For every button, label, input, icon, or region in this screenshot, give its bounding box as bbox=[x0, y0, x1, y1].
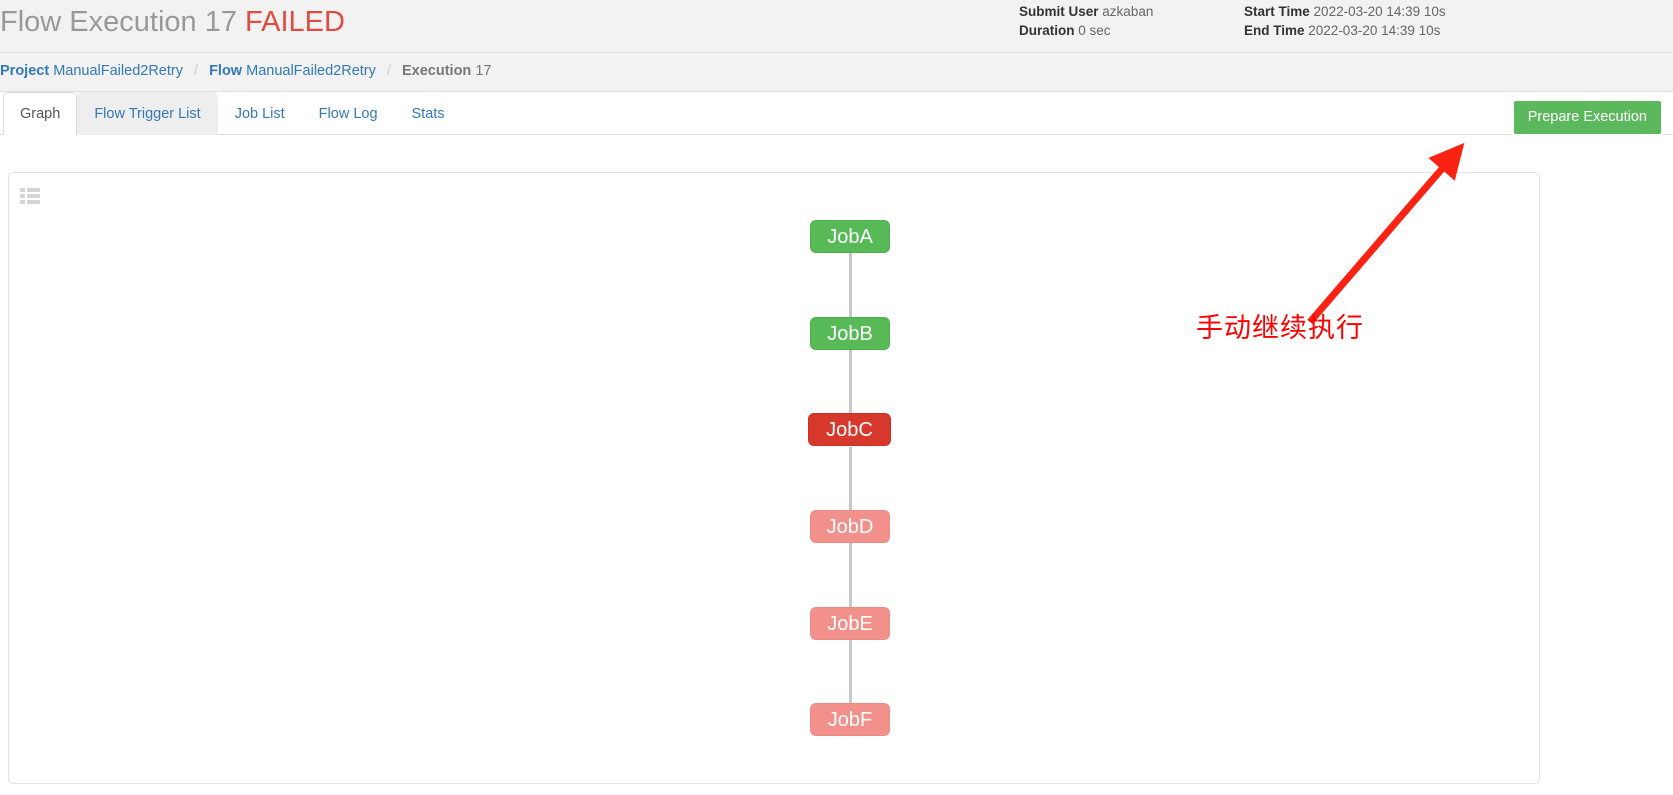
breadcrumb-flow-label: Flow bbox=[209, 63, 243, 79]
job-node-jobf-label: JobF bbox=[827, 709, 873, 731]
breadcrumb-separator-2: / bbox=[386, 63, 391, 79]
page-header: Flow Execution 17 FAILED Submit User azk… bbox=[0, 0, 1673, 53]
job-node-jobc[interactable]: JobC bbox=[808, 413, 891, 446]
job-node-jobe-label: JobE bbox=[827, 613, 873, 635]
end-time-value: 2022-03-20 14:39 10s bbox=[1308, 23, 1441, 38]
job-node-joba[interactable]: JobA bbox=[810, 220, 890, 253]
tab-flow-log[interactable]: Flow Log bbox=[302, 92, 395, 135]
tab-stats-label: Stats bbox=[411, 106, 445, 122]
breadcrumb: Project ManualFailed2Retry / Flow Manual… bbox=[0, 63, 491, 79]
start-time-label: Start Time bbox=[1244, 4, 1310, 19]
duration-row: Duration 0 sec bbox=[1019, 21, 1153, 40]
breadcrumb-bar: Project ManualFailed2Retry / Flow Manual… bbox=[0, 53, 1673, 92]
tab-graph-label: Graph bbox=[20, 106, 61, 122]
end-time-label: End Time bbox=[1244, 23, 1305, 38]
job-node-jobb-label: JobB bbox=[827, 323, 873, 345]
job-node-jobb[interactable]: JobB bbox=[810, 317, 890, 350]
page-title: Flow Execution 17 FAILED bbox=[0, 6, 345, 39]
breadcrumb-item-execution: Execution 17 bbox=[402, 63, 491, 79]
prepare-execution-label: Prepare Execution bbox=[1527, 109, 1647, 125]
time-meta-group: Start Time 2022-03-20 14:39 10s End Time… bbox=[1244, 2, 1446, 40]
edge-jobe-jobf bbox=[849, 640, 852, 707]
duration-value: 0 sec bbox=[1078, 23, 1111, 38]
breadcrumb-item-project[interactable]: Project ManualFailed2Retry bbox=[0, 63, 187, 79]
tab-flow-trigger-list-label: Flow Trigger List bbox=[94, 106, 201, 122]
job-node-jobf[interactable]: JobF bbox=[810, 703, 890, 736]
edge-jobd-jobe bbox=[849, 543, 852, 610]
tab-graph[interactable]: Graph bbox=[3, 92, 78, 136]
tab-job-list[interactable]: Job List bbox=[218, 92, 302, 135]
job-node-jobc-label: JobC bbox=[826, 419, 873, 441]
flow-graph-canvas[interactable]: JobA JobB JobC JobD JobE JobF bbox=[9, 173, 1539, 783]
start-time-row: Start Time 2022-03-20 14:39 10s bbox=[1244, 2, 1446, 21]
breadcrumb-item-flow[interactable]: Flow ManualFailed2Retry bbox=[209, 63, 380, 79]
execution-status-badge: FAILED bbox=[245, 6, 345, 38]
breadcrumb-project-value: ManualFailed2Retry bbox=[53, 63, 183, 79]
tab-flow-trigger-list[interactable]: Flow Trigger List bbox=[77, 92, 218, 135]
job-node-jobd-label: JobD bbox=[826, 516, 874, 538]
submit-user-label: Submit User bbox=[1019, 4, 1099, 19]
breadcrumb-flow-value: ManualFailed2Retry bbox=[246, 63, 376, 79]
edge-jobc-jobd bbox=[849, 447, 852, 513]
tab-bar: Graph Flow Trigger List Job List Flow Lo… bbox=[0, 92, 1673, 137]
job-node-jobe[interactable]: JobE bbox=[810, 607, 890, 640]
breadcrumb-execution-label: Execution bbox=[401, 63, 472, 79]
end-time-row: End Time 2022-03-20 14:39 10s bbox=[1244, 21, 1446, 40]
edge-jobb-jobc bbox=[849, 350, 852, 416]
flow-graph-panel: JobA JobB JobC JobD JobE JobF bbox=[8, 172, 1540, 784]
start-time-value: 2022-03-20 14:39 10s bbox=[1313, 4, 1446, 19]
tab-stats[interactable]: Stats bbox=[395, 92, 462, 135]
tab-list: Graph Flow Trigger List Job List Flow Lo… bbox=[3, 92, 462, 136]
edge-joba-jobb bbox=[849, 253, 852, 319]
job-node-joba-label: JobA bbox=[827, 226, 873, 248]
tab-job-list-label: Job List bbox=[234, 106, 285, 122]
breadcrumb-project-label: Project bbox=[0, 63, 50, 79]
breadcrumb-separator-1: / bbox=[194, 63, 199, 79]
submit-user-value: azkaban bbox=[1102, 4, 1154, 19]
submit-user-row: Submit User azkaban bbox=[1019, 2, 1153, 21]
submit-meta-group: Submit User azkaban Duration 0 sec bbox=[1019, 2, 1153, 40]
job-node-jobd[interactable]: JobD bbox=[810, 510, 890, 543]
execution-title-text: Flow Execution 17 bbox=[0, 6, 237, 38]
prepare-execution-button[interactable]: Prepare Execution bbox=[1510, 98, 1664, 137]
duration-label: Duration bbox=[1019, 23, 1075, 38]
tab-flow-log-label: Flow Log bbox=[318, 106, 378, 122]
breadcrumb-execution-value: 17 bbox=[475, 63, 492, 79]
